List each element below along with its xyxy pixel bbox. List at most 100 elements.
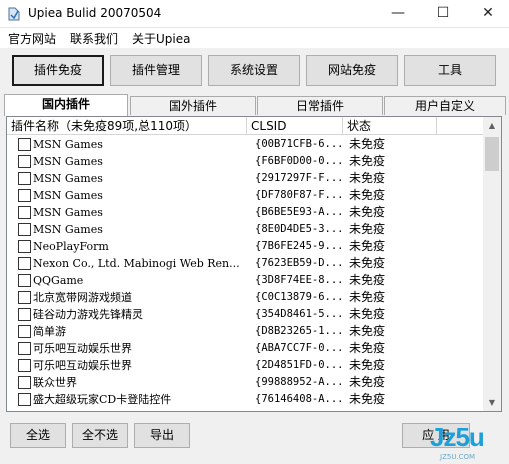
toolbar-system-settings-button[interactable]: 系统设置	[208, 55, 300, 86]
row-name-cell: 北京宽带网游戏频道	[33, 291, 132, 304]
row-clsid-cell: {99888952-A...	[255, 376, 344, 388]
table-row[interactable]: MSN Games {F6BF0D00-0... 未免疫	[7, 153, 483, 170]
table-row[interactable]: Nexon Co., Ltd. Mabinogi Web Ren... {7623…	[7, 255, 483, 272]
row-clsid-cell: {2917297F-F...	[255, 172, 344, 184]
minimize-button[interactable]: —	[376, 0, 420, 28]
vertical-scrollbar[interactable]: ▲ ▼	[483, 117, 501, 411]
row-status-cell: 未免疫	[349, 256, 386, 270]
tab-foreign-plugins[interactable]: 国外插件	[130, 96, 256, 115]
row-checkbox[interactable]	[18, 359, 31, 372]
table-row[interactable]: NeoPlayForm {7B6FE245-9... 未免疫	[7, 238, 483, 255]
select-none-button[interactable]: 全不选	[72, 423, 128, 448]
row-checkbox[interactable]	[18, 393, 31, 406]
table-row[interactable]: 盛大超级玩家CD卡登陆控件 {76146408-A... 未免疫	[7, 391, 483, 408]
row-name-cell: Nexon Co., Ltd. Mabinogi Web Ren...	[33, 257, 240, 270]
row-checkbox[interactable]	[18, 223, 31, 236]
table-row[interactable]: MSN Games {B6BE5E93-A... 未免疫	[7, 204, 483, 221]
row-status-cell: 未免疫	[349, 239, 386, 253]
list-rows: MSN Games {00B71CFB-6... 未免疫 MSN Games {F6BF…	[7, 136, 483, 408]
row-clsid-cell: {C0C13879-6...	[255, 291, 344, 303]
row-clsid-cell: {D8B23265-1...	[255, 325, 344, 337]
row-status-cell: 未免疫	[349, 273, 386, 287]
row-clsid-cell: {ABA7CC7F-0...	[255, 342, 344, 354]
table-row[interactable]: 简单游 {D8B23265-1... 未免疫	[7, 323, 483, 340]
row-checkbox[interactable]	[18, 325, 31, 338]
export-button[interactable]: 导出	[134, 423, 190, 448]
row-status-cell: 未免疫	[349, 290, 386, 304]
row-clsid-cell: {DF780F87-F...	[255, 189, 344, 201]
table-row[interactable]: 硅谷动力游戏先锋精灵 {354D8461-5... 未免疫	[7, 306, 483, 323]
row-name-cell: NeoPlayForm	[33, 240, 109, 253]
row-clsid-cell: {3D8F74EE-8...	[255, 274, 344, 286]
tab-user-defined[interactable]: 用户自定义	[384, 96, 506, 115]
row-clsid-cell: {354D8461-5...	[255, 308, 344, 320]
row-checkbox[interactable]	[18, 155, 31, 168]
toolbar-plugin-immunity-button[interactable]: 插件免疫	[12, 55, 104, 86]
toolbar-site-immunity-button[interactable]: 网站免疫	[306, 55, 398, 86]
menu-about[interactable]: 关于Upiea	[132, 30, 190, 47]
table-row[interactable]: QQGame {3D8F74EE-8... 未免疫	[7, 272, 483, 289]
category-tabs: 国内插件 国外插件 日常插件 用户自定义	[4, 94, 506, 116]
window-title: Upiea Bulid 20070504	[28, 6, 162, 20]
row-status-cell: 未免疫	[349, 341, 386, 355]
row-checkbox[interactable]	[18, 257, 31, 270]
row-name-cell: MSN Games	[33, 155, 103, 168]
scroll-up-arrow-icon[interactable]: ▲	[483, 117, 501, 134]
toolbar-tools-button[interactable]: 工具	[404, 55, 496, 86]
row-status-cell: 未免疫	[349, 205, 386, 219]
row-status-cell: 未免疫	[349, 358, 386, 372]
row-checkbox[interactable]	[18, 240, 31, 253]
table-row[interactable]: 联众世界 {99888952-A... 未免疫	[7, 374, 483, 391]
tab-daily-plugins[interactable]: 日常插件	[257, 96, 383, 115]
scroll-down-arrow-icon[interactable]: ▼	[483, 394, 501, 411]
row-checkbox[interactable]	[18, 189, 31, 202]
row-status-cell: 未免疫	[349, 222, 386, 236]
table-row[interactable]: 北京宽带网游戏频道 {C0C13879-6... 未免疫	[7, 289, 483, 306]
row-name-cell: 联众世界	[33, 376, 77, 389]
row-checkbox[interactable]	[18, 172, 31, 185]
menu-contact-us[interactable]: 联系我们	[70, 30, 118, 47]
table-row[interactable]: 可乐吧互动娱乐世界 {2D4851FD-0... 未免疫	[7, 357, 483, 374]
watermark-text: Jz5u	[430, 422, 485, 452]
menu-official-site[interactable]: 官方网站	[8, 30, 56, 47]
row-checkbox[interactable]	[18, 138, 31, 151]
row-checkbox[interactable]	[18, 342, 31, 355]
row-name-cell: MSN Games	[33, 206, 103, 219]
scroll-thumb[interactable]	[485, 137, 499, 171]
row-checkbox[interactable]	[18, 376, 31, 389]
table-row[interactable]: MSN Games {00B71CFB-6... 未免疫	[7, 136, 483, 153]
toolbar-plugin-manage-button[interactable]: 插件管理	[110, 55, 202, 86]
column-header-clsid[interactable]: CLSID	[247, 117, 343, 135]
row-checkbox[interactable]	[18, 274, 31, 287]
tab-domestic-plugins[interactable]: 国内插件	[4, 94, 128, 116]
maximize-button[interactable]: ☐	[421, 0, 465, 28]
close-button[interactable]: ✕	[466, 0, 509, 28]
row-checkbox[interactable]	[18, 206, 31, 219]
table-row[interactable]: 可乐吧互动娱乐世界 {ABA7CC7F-0... 未免疫	[7, 340, 483, 357]
row-name-cell: MSN Games	[33, 138, 103, 151]
row-name-cell: MSN Games	[33, 189, 103, 202]
list-header: 插件名称（未免疫89项,总110项） CLSID 状态	[7, 117, 483, 135]
table-row[interactable]: MSN Games {2917297F-F... 未免疫	[7, 170, 483, 187]
title-bar: Upiea Bulid 20070504 — ☐ ✕	[0, 0, 509, 28]
row-status-cell: 未免疫	[349, 307, 386, 321]
app-icon	[8, 7, 20, 21]
row-clsid-cell: {F6BF0D00-0...	[255, 155, 344, 167]
row-checkbox[interactable]	[18, 291, 31, 304]
row-checkbox[interactable]	[18, 308, 31, 321]
row-name-cell: 简单游	[33, 325, 66, 338]
row-name-cell: 盛大超级玩家CD卡登陆控件	[33, 393, 172, 406]
row-status-cell: 未免疫	[349, 171, 386, 185]
row-clsid-cell: {76146408-A...	[255, 393, 344, 405]
row-name-cell: 可乐吧互动娱乐世界	[33, 342, 132, 355]
select-all-button[interactable]: 全选	[10, 423, 66, 448]
row-clsid-cell: {2D4851FD-0...	[255, 359, 344, 371]
plugin-list: 插件名称（未免疫89项,总110项） CLSID 状态 MSN Games {00…	[6, 116, 502, 412]
column-header-name[interactable]: 插件名称（未免疫89项,总110项）	[7, 117, 247, 135]
row-clsid-cell: {B6BE5E93-A...	[255, 206, 344, 218]
watermark-logo: Jz5u JZ5U.COM	[430, 422, 508, 462]
row-name-cell: QQGame	[33, 274, 84, 287]
column-header-status[interactable]: 状态	[343, 117, 437, 135]
table-row[interactable]: MSN Games {DF780F87-F... 未免疫	[7, 187, 483, 204]
table-row[interactable]: MSN Games {8E0D4DE5-3... 未免疫	[7, 221, 483, 238]
